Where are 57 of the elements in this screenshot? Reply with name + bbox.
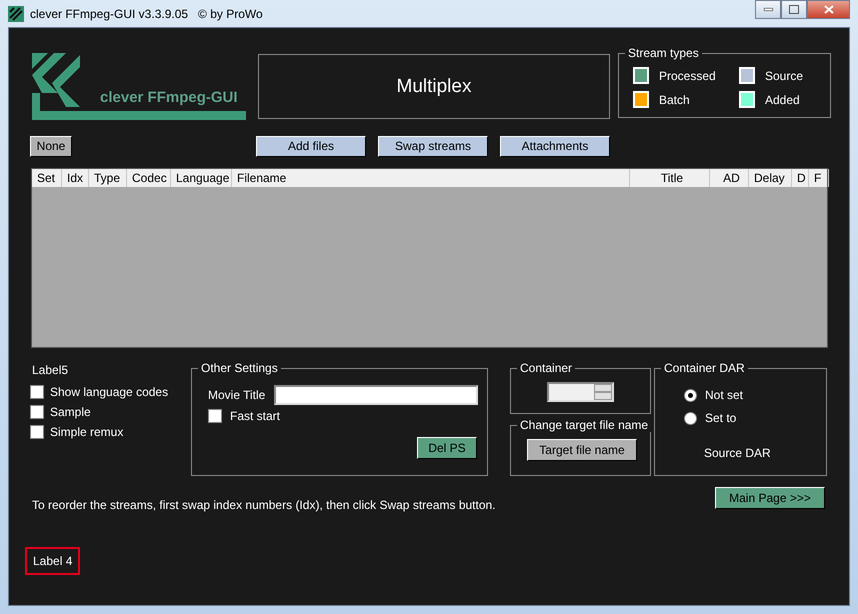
minimize-icon <box>764 8 772 11</box>
movie-title-field[interactable] <box>274 385 478 405</box>
checkbox[interactable] <box>30 405 44 419</box>
checkbox-label: Fast start <box>230 409 280 423</box>
radio-label: Set to <box>705 411 736 425</box>
legend-label: Source <box>765 68 804 82</box>
main-page-button[interactable]: Main Page >>> <box>715 487 825 509</box>
toolbar-button[interactable]: Add files <box>256 136 366 156</box>
group-title: Container <box>517 361 576 375</box>
column-header[interactable]: Type <box>89 169 127 187</box>
legend-label: Batch <box>659 92 690 106</box>
radio-label: Not set <box>705 388 744 402</box>
column-header[interactable]: Delay <box>749 169 792 187</box>
column-header[interactable]: D <box>792 169 809 187</box>
maximize-button[interactable] <box>781 0 807 19</box>
group-title: Other Settings <box>198 361 281 375</box>
minimize-button[interactable] <box>755 0 781 19</box>
column-header[interactable]: Codec <box>127 169 171 187</box>
legend-label: Processed <box>659 68 716 82</box>
close-icon <box>824 5 834 14</box>
group-title: Container DAR <box>661 361 748 375</box>
field-label: Movie Title <box>208 388 266 402</box>
checkbox[interactable] <box>30 385 44 399</box>
toolbar-button[interactable]: Swap streams <box>378 136 488 156</box>
checkbox-label: Show language codes <box>50 385 168 399</box>
source-dar-text: Source DAR <box>704 446 772 460</box>
column-header[interactable]: Language <box>171 169 232 187</box>
column-header[interactable]: Set <box>32 169 62 187</box>
label5-text: Label5 <box>32 363 70 377</box>
target-file-name-button[interactable]: Target file name <box>527 439 637 461</box>
column-header[interactable]: AD <box>710 169 749 187</box>
logo-text: clever FFmpeg-GUI <box>100 89 238 106</box>
checkbox[interactable] <box>208 409 222 423</box>
maximize-icon <box>789 5 799 14</box>
app-icon <box>8 6 24 22</box>
group-title: Stream types <box>625 46 702 60</box>
page-title: Multiplex <box>258 54 610 119</box>
close-button[interactable] <box>807 0 850 19</box>
radio-button[interactable] <box>684 412 697 424</box>
instruction-text: To reorder the streams, first swap index numbers (Idx), then click Swap streams button. <box>32 498 496 512</box>
group-title: Change target file name <box>517 418 652 432</box>
column-header[interactable]: Idx <box>62 169 89 187</box>
del-ps-button[interactable]: Del PS <box>417 437 477 459</box>
column-header[interactable]: F <box>809 169 829 187</box>
legend-label: Added <box>765 92 800 106</box>
container-spinner[interactable] <box>547 382 614 402</box>
logo-icon <box>30 53 248 120</box>
radio-button[interactable] <box>684 388 697 402</box>
column-header[interactable]: Filename <box>232 169 630 187</box>
none-button[interactable]: None <box>30 136 72 156</box>
toolbar-button[interactable]: Attachments <box>500 136 610 156</box>
window-title: clever FFmpeg-GUI v3.3.9.05 © by ProWo <box>30 6 263 20</box>
checkbox-label: Sample <box>50 405 91 419</box>
checkbox-label: Simple remux <box>50 425 124 439</box>
checkbox[interactable] <box>30 425 44 439</box>
label4-text: Label 4 <box>25 547 80 575</box>
column-header[interactable]: Title <box>630 169 710 187</box>
